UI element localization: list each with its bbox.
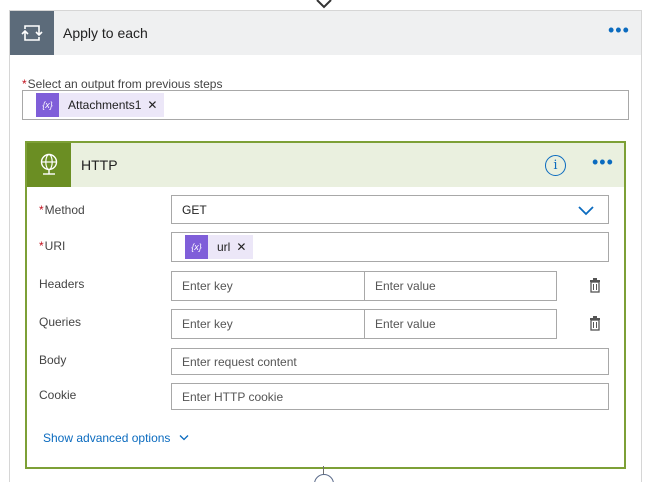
attachments-token[interactable]: {x} Attachments1 ✕ (36, 93, 165, 117)
apply-to-each-title: Apply to each (63, 25, 148, 41)
headers-value-input[interactable]: Enter value (364, 271, 557, 301)
uri-label: *URI (39, 239, 66, 253)
chevron-down-icon (578, 206, 594, 216)
cookie-input[interactable]: Enter HTTP cookie (171, 383, 609, 410)
uri-input[interactable]: {x} url ✕ (171, 232, 609, 262)
remove-token-icon[interactable]: ✕ (147, 98, 164, 112)
loop-icon (10, 11, 54, 55)
queries-value-input[interactable]: Enter value (364, 309, 557, 339)
body-label: Body (39, 353, 67, 367)
more-dots-icon[interactable]: ••• (608, 21, 630, 39)
apply-to-each-header[interactable]: Apply to each ••• (10, 11, 641, 55)
chevron-down-icon (179, 435, 189, 441)
queries-label: Queries (39, 315, 82, 329)
http-action-card: HTTP i ••• *Method GET *URI {x} url ✕ He… (25, 141, 626, 469)
select-output-input[interactable]: {x} Attachments1 ✕ (22, 90, 629, 120)
http-title: HTTP (81, 157, 118, 173)
dynamic-content-icon: {x} (36, 93, 59, 117)
more-dots-icon[interactable]: ••• (592, 153, 614, 171)
connector-arrow-icon (316, 0, 332, 9)
globe-icon (27, 143, 71, 187)
url-token-label: url (217, 240, 231, 254)
info-icon[interactable]: i (545, 155, 566, 176)
http-header[interactable]: HTTP i ••• (27, 143, 624, 187)
delete-icon[interactable] (587, 315, 605, 333)
method-label: *Method (39, 203, 85, 217)
delete-icon[interactable] (587, 277, 605, 295)
queries-key-input[interactable]: Enter key (171, 309, 365, 339)
apply-to-each-card: Apply to each ••• *Select an output from… (9, 10, 642, 482)
headers-label: Headers (39, 277, 85, 291)
body-input[interactable]: Enter request content (171, 348, 609, 375)
cookie-label: Cookie (39, 388, 77, 402)
show-advanced-options-link[interactable]: Show advanced options (43, 431, 189, 445)
url-token[interactable]: {x} url ✕ (185, 235, 254, 259)
select-output-label: *Select an output from previous steps (22, 77, 223, 91)
method-select[interactable]: GET (171, 195, 609, 224)
remove-token-icon[interactable]: ✕ (236, 240, 253, 254)
method-value: GET (182, 203, 207, 217)
attachments-token-label: Attachments1 (68, 98, 142, 112)
headers-key-input[interactable]: Enter key (171, 271, 365, 301)
dynamic-content-icon: {x} (185, 235, 208, 259)
